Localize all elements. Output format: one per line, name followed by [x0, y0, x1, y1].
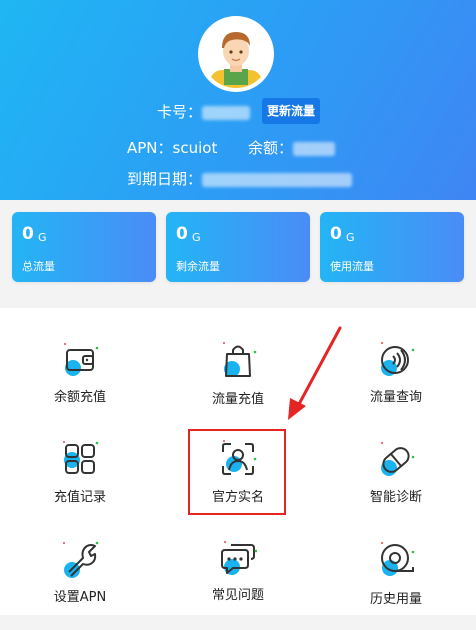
- shopping-bag-icon: [223, 342, 257, 377]
- wallet-icon: [64, 343, 99, 376]
- balance-row: 余额：: [248, 137, 336, 158]
- menu-item-traffic-query[interactable]: 流量查询: [336, 340, 456, 430]
- wrench-icon: [63, 541, 99, 578]
- stat-label: 使用流量: [330, 260, 374, 273]
- apn-label: APN：: [127, 139, 173, 157]
- used-traffic-card: 0 G 使用流量: [320, 212, 464, 282]
- update-traffic-button[interactable]: 更新流量: [262, 98, 320, 124]
- menu-label: 充值记录: [53, 490, 106, 505]
- highlight-box: [188, 429, 286, 515]
- profile-header: 卡号： 更新流量 APN：scuiot 余额： 到期日期：: [0, 0, 476, 200]
- tape-icon: [381, 542, 415, 576]
- menu-item-usage-history[interactable]: 历史用量: [336, 540, 456, 630]
- menu-label: 流量充值: [211, 392, 264, 407]
- expiry-row: 到期日期：: [127, 168, 353, 189]
- menu-label: 设置APN: [53, 590, 107, 605]
- balance-redacted: [293, 141, 336, 156]
- apn-value: scuiot: [172, 139, 218, 157]
- stat-unit: G: [38, 231, 47, 244]
- card-number-row: 卡号：: [157, 101, 251, 122]
- stat-label: 总流量: [22, 260, 55, 273]
- avatar: [198, 16, 274, 92]
- balance-label: 余额：: [248, 139, 294, 157]
- stat-unit: G: [192, 231, 201, 244]
- stat-value: 0: [330, 224, 342, 244]
- expiry-redacted: [202, 172, 353, 187]
- card-label: 卡号：: [157, 103, 203, 121]
- annotation-arrow-icon: [288, 326, 342, 420]
- menu-item-smart-diagnosis[interactable]: 智能诊断: [336, 440, 456, 530]
- menu-item-balance-recharge[interactable]: 余额充值: [20, 340, 140, 430]
- grid-icon: [63, 441, 99, 474]
- apn-row: APN：scuiot: [127, 137, 217, 158]
- stat-value: 0: [176, 224, 188, 244]
- stat-value: 0: [22, 224, 34, 244]
- menu-item-recharge-history[interactable]: 充值记录: [20, 440, 140, 530]
- menu-label: 流量查询: [369, 390, 422, 405]
- menu-label: 余额充值: [53, 390, 106, 405]
- pill-icon: [381, 442, 415, 476]
- signal-search-icon: [381, 342, 415, 376]
- menu-label: 历史用量: [369, 592, 422, 607]
- remaining-traffic-card: 0 G 剩余流量: [166, 212, 310, 282]
- chat-icon: [221, 541, 257, 575]
- user-avatar-icon: [202, 20, 270, 88]
- total-traffic-card: 0 G 总流量: [12, 212, 156, 282]
- menu-label: 常见问题: [211, 588, 264, 603]
- menu-label: 智能诊断: [369, 490, 422, 505]
- expiry-label: 到期日期：: [127, 170, 203, 188]
- menu-item-set-apn[interactable]: 设置APN: [20, 540, 140, 630]
- stat-unit: G: [346, 231, 355, 244]
- menu-item-faq[interactable]: 常见问题: [178, 540, 298, 630]
- card-number-redacted: [202, 105, 251, 120]
- stat-label: 剩余流量: [176, 260, 220, 273]
- menu-item-traffic-recharge[interactable]: 流量充值: [178, 340, 298, 430]
